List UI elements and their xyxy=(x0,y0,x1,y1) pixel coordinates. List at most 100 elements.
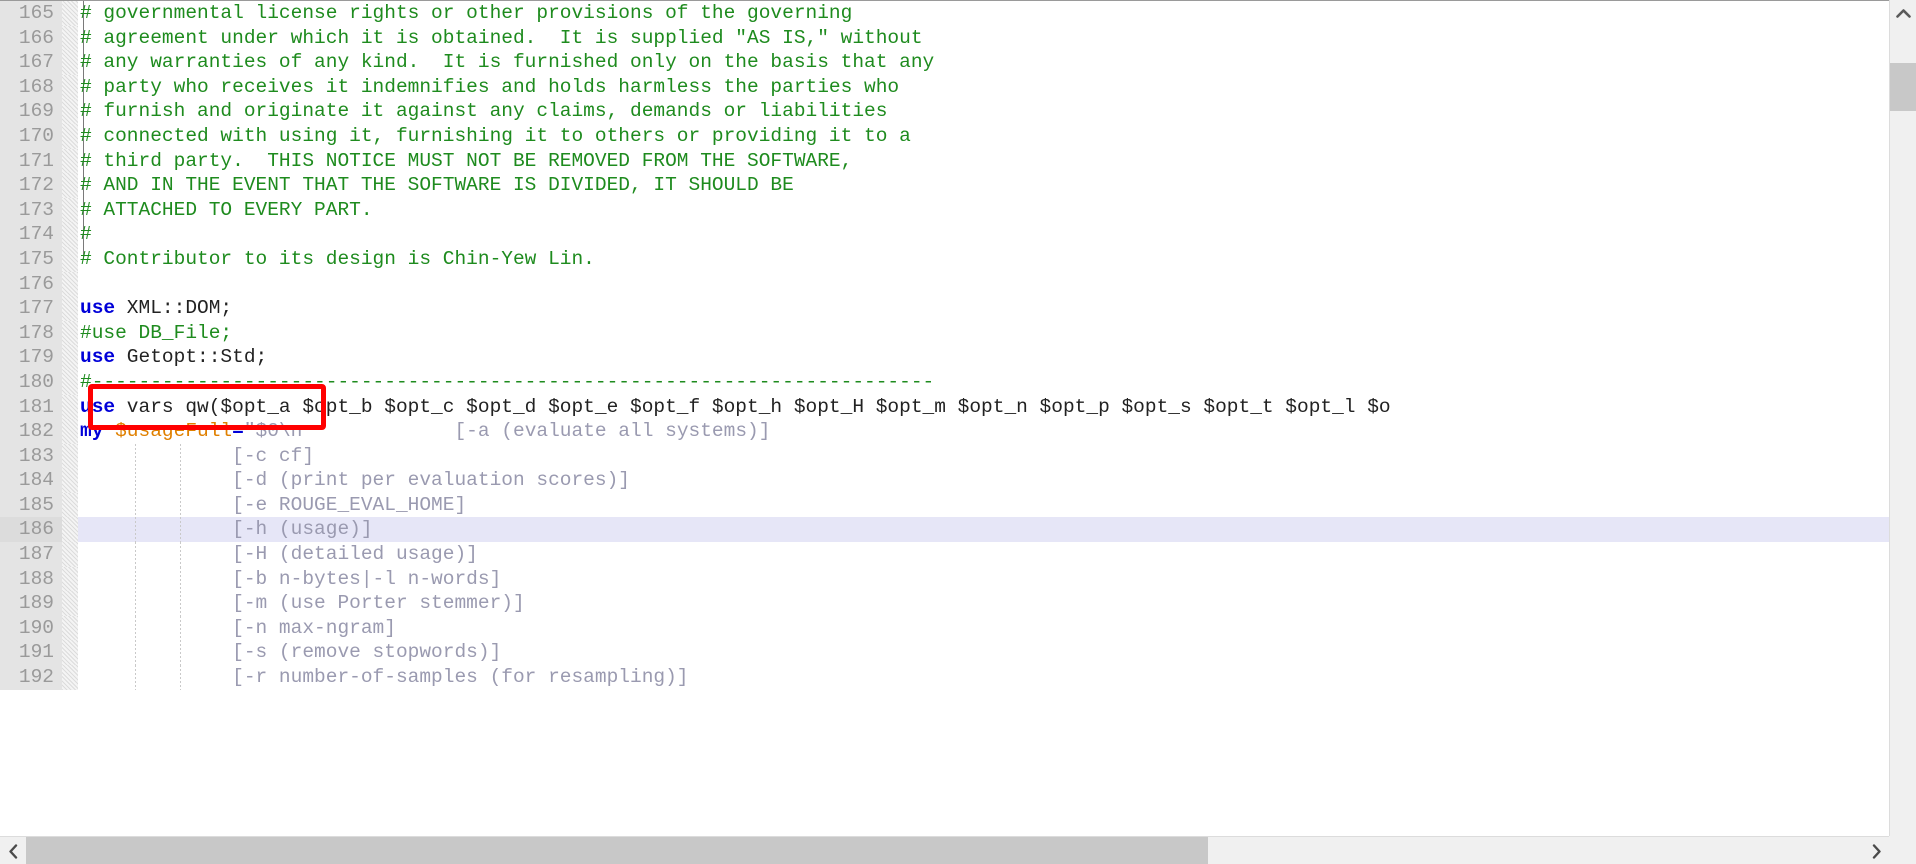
code-line-content[interactable]: # AND IN THE EVENT THAT THE SOFTWARE IS … xyxy=(78,173,1889,198)
code-line[interactable]: 178 #use DB_File; xyxy=(0,320,1889,346)
vertical-scrollbar-thumb[interactable] xyxy=(1890,63,1916,111)
code-line-content[interactable]: # xyxy=(78,222,1889,247)
code-line[interactable]: 170 # connected with using it, furnishing… xyxy=(0,123,1889,149)
gutter-separator xyxy=(62,296,78,321)
code-line[interactable]: 188 [-b n-bytes|-l n-words] xyxy=(0,566,1889,592)
gutter-separator xyxy=(62,50,78,75)
code-line[interactable]: 182 my $usageFull="$0\n [-a (evaluate all… xyxy=(0,419,1889,444)
code-tokens: [-m (use Porter stemmer)] xyxy=(80,591,525,616)
code-line-content[interactable]: [-d (print per evaluation scores)] xyxy=(78,468,1889,493)
code-line[interactable]: 167 # any warranties of any kind. It is f… xyxy=(0,50,1889,75)
line-number: 192 xyxy=(0,665,62,690)
code-editor-viewport[interactable]: 165 # governmental license rights or othe… xyxy=(0,0,1889,835)
code-line[interactable]: 165 # governmental license rights or othe… xyxy=(0,1,1889,26)
gutter-separator xyxy=(62,665,78,690)
code-token: #---------------------------------------… xyxy=(80,370,935,393)
line-number: 184 xyxy=(0,468,62,493)
gutter-separator xyxy=(62,443,78,469)
code-line[interactable]: 168 # party who receives it indemnifies a… xyxy=(0,74,1889,100)
code-line[interactable]: 179 use Getopt::Std; xyxy=(0,345,1889,370)
gutter-separator xyxy=(62,394,78,420)
line-number: 177 xyxy=(0,296,62,321)
code-line[interactable]: 176 xyxy=(0,271,1889,297)
gutter-separator xyxy=(62,369,78,395)
code-line[interactable]: 180 #------------------------------------… xyxy=(0,369,1889,395)
code-token: # ATTACHED TO EVERY PART. xyxy=(80,198,373,221)
code-line-content[interactable]: [-m (use Porter stemmer)] xyxy=(78,591,1889,616)
code-token: [-r number-of-samples (for resampling)] xyxy=(80,666,689,689)
code-line-content[interactable]: my $usageFull="$0\n [-a (evaluate all sy… xyxy=(78,419,1889,444)
code-line[interactable]: 183 [-c cf] xyxy=(0,443,1889,469)
code-token: [-n max-ngram] xyxy=(80,616,396,639)
code-line-content[interactable]: [-r number-of-samples (for resampling)] xyxy=(78,665,1889,690)
code-token: use xyxy=(80,346,116,369)
code-line-content[interactable]: # agreement under which it is obtained. … xyxy=(78,26,1889,51)
code-line-content[interactable]: # party who receives it indemnifies and … xyxy=(78,75,1889,100)
code-line-content[interactable]: [-h (usage)] xyxy=(78,517,1889,543)
line-number: 180 xyxy=(0,369,62,395)
code-line[interactable]: 189 [-m (use Porter stemmer)] xyxy=(0,591,1889,616)
code-surface[interactable]: 165 # governmental license rights or othe… xyxy=(0,1,1889,690)
gutter-separator xyxy=(62,492,78,518)
horizontal-scrollbar[interactable] xyxy=(0,836,1916,864)
code-line[interactable]: 173 # ATTACHED TO EVERY PART. xyxy=(0,197,1889,223)
code-line[interactable]: 175 # Contributor to its design is Chin-Y… xyxy=(0,246,1889,272)
code-line-content[interactable]: # any warranties of any kind. It is furn… xyxy=(78,50,1889,75)
code-token: use xyxy=(80,395,116,418)
code-line[interactable]: 186 [-h (usage)] xyxy=(0,517,1889,543)
code-token: # agreement under which it is obtained. … xyxy=(80,26,923,49)
code-line[interactable]: 171 # third party. THIS NOTICE MUST NOT B… xyxy=(0,148,1889,174)
gutter-separator xyxy=(62,542,78,567)
code-token: [-H (detailed usage)] xyxy=(80,543,478,566)
horizontal-scrollbar-thumb[interactable] xyxy=(26,837,1208,864)
line-number: 190 xyxy=(0,615,62,641)
chevron-left-icon[interactable] xyxy=(0,837,26,864)
code-line[interactable]: 187 [-H (detailed usage)] xyxy=(0,542,1889,567)
code-line-content[interactable]: # ATTACHED TO EVERY PART. xyxy=(78,198,1889,223)
gutter-separator xyxy=(62,99,78,124)
code-line[interactable]: 166 # agreement under which it is obtaine… xyxy=(0,25,1889,51)
code-line-content[interactable]: # furnish and originate it against any c… xyxy=(78,99,1889,124)
gutter-separator xyxy=(62,1,78,26)
code-line-content[interactable]: use Getopt::Std; xyxy=(78,345,1889,370)
code-line[interactable]: 174 # xyxy=(0,222,1889,247)
code-token: my xyxy=(80,420,104,443)
line-number: 179 xyxy=(0,345,62,370)
line-number: 169 xyxy=(0,99,62,124)
code-line[interactable]: 177 use XML::DOM; xyxy=(0,296,1889,321)
code-token: #use DB_File; xyxy=(80,321,233,344)
chevron-right-icon[interactable] xyxy=(1863,837,1889,864)
line-number: 168 xyxy=(0,74,62,100)
gutter-separator xyxy=(62,222,78,247)
code-line-content[interactable]: # third party. THIS NOTICE MUST NOT BE R… xyxy=(78,149,1889,174)
gutter-separator xyxy=(62,148,78,174)
code-line-content[interactable]: #---------------------------------------… xyxy=(78,370,1889,395)
code-tokens: [-e ROUGE_EVAL_HOME] xyxy=(80,493,466,518)
code-line-content[interactable]: [-b n-bytes|-l n-words] xyxy=(78,566,1889,592)
code-line-content[interactable] xyxy=(78,272,1889,297)
chevron-up-icon[interactable] xyxy=(1890,0,1916,27)
code-line-content[interactable]: # Contributor to its design is Chin-Yew … xyxy=(78,247,1889,272)
line-number: 165 xyxy=(0,1,62,26)
code-line[interactable]: 181 use vars qw($opt_a $opt_b $opt_c $opt… xyxy=(0,394,1889,420)
code-line[interactable]: 185 [-e ROUGE_EVAL_HOME] xyxy=(0,492,1889,518)
code-line-content[interactable]: # connected with using it, furnishing it… xyxy=(78,124,1889,149)
code-line[interactable]: 172 # AND IN THE EVENT THAT THE SOFTWARE … xyxy=(0,173,1889,198)
gutter-separator xyxy=(62,517,78,543)
code-line-content[interactable]: #use DB_File; xyxy=(78,321,1889,346)
code-line-content[interactable]: [-s (remove stopwords)] xyxy=(78,640,1889,666)
vertical-scrollbar[interactable] xyxy=(1889,0,1916,836)
code-line[interactable]: 184 [-d (print per evaluation scores)] xyxy=(0,468,1889,493)
line-number: 181 xyxy=(0,394,62,420)
code-line-content[interactable]: [-c cf] xyxy=(78,443,1889,469)
code-line-content[interactable]: # governmental license rights or other p… xyxy=(78,1,1889,26)
code-line-content[interactable]: [-H (detailed usage)] xyxy=(78,542,1889,567)
code-line[interactable]: 191 [-s (remove stopwords)] xyxy=(0,640,1889,666)
code-line[interactable]: 192 [-r number-of-samples (for resamplin… xyxy=(0,665,1889,690)
code-line[interactable]: 190 [-n max-ngram] xyxy=(0,615,1889,641)
code-line[interactable]: 169 # furnish and originate it against an… xyxy=(0,99,1889,124)
code-line-content[interactable]: [-e ROUGE_EVAL_HOME] xyxy=(78,492,1889,518)
code-line-content[interactable]: [-n max-ngram] xyxy=(78,615,1889,641)
code-line-content[interactable]: use XML::DOM; xyxy=(78,296,1889,321)
code-line-content[interactable]: use vars qw($opt_a $opt_b $opt_c $opt_d … xyxy=(78,395,1889,420)
